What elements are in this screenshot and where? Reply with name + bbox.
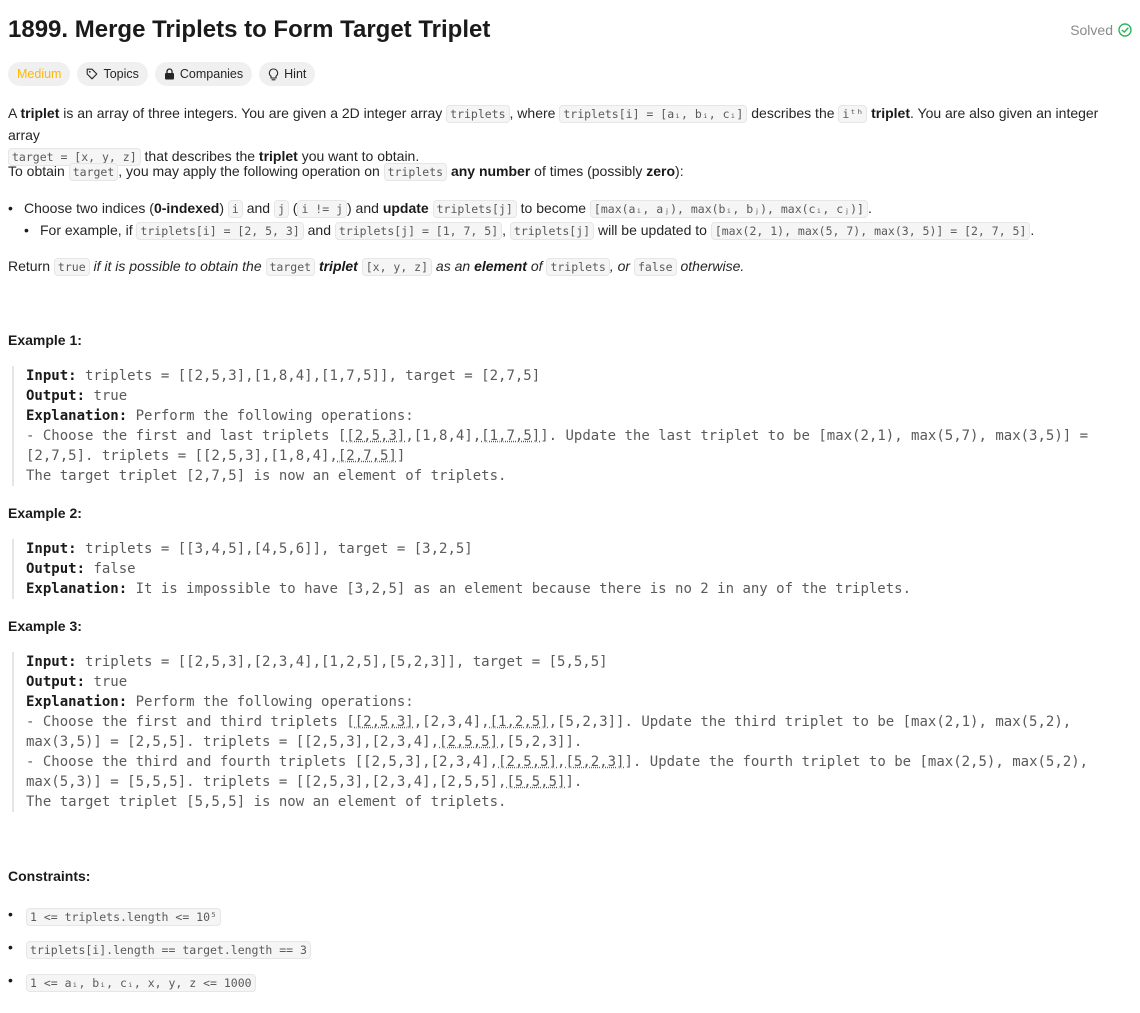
- lightbulb-icon: [268, 67, 279, 81]
- example-2-block: Input: triplets = [[3,4,5],[4,5,6]], tar…: [12, 539, 1136, 599]
- solved-label: Solved: [1070, 22, 1113, 38]
- problem-title: 1899. Merge Triplets to Form Target Trip…: [8, 16, 491, 43]
- list-item: 1 <= aᵢ, bᵢ, cᵢ, x, y, z <= 1000: [8, 966, 311, 999]
- lock-icon: [164, 68, 175, 80]
- companies-label: Companies: [179, 67, 244, 81]
- topics-label: Topics: [103, 67, 139, 81]
- topics-button[interactable]: Topics: [77, 62, 148, 86]
- difficulty-badge[interactable]: Medium: [8, 62, 71, 86]
- tag-row: Medium Topics Companies Hint: [8, 62, 316, 86]
- solved-status: Solved: [1070, 22, 1132, 38]
- description-paragraph-1: A triplet is an array of three integers.…: [8, 105, 1099, 166]
- list-item: 1 <= triplets.length <= 10⁵: [8, 900, 311, 933]
- hint-button[interactable]: Hint: [259, 62, 316, 86]
- example-3-block: Input: triplets = [[2,5,3],[2,3,4],[1,2,…: [12, 652, 1136, 812]
- example-heading: Example 3:: [8, 618, 82, 634]
- companies-button[interactable]: Companies: [154, 62, 253, 86]
- description-paragraph-2: To obtain target, you may apply the foll…: [8, 163, 684, 181]
- return-paragraph: Return true if it is possible to obtain …: [8, 258, 745, 276]
- list-item: For example, if triplets[i] = [2, 5, 3] …: [24, 220, 1034, 242]
- check-circle-icon: [1118, 23, 1132, 37]
- example-1-block: Input: triplets = [[2,5,3],[1,8,4],[1,7,…: [12, 366, 1136, 486]
- example-heading: Example 2:: [8, 505, 82, 521]
- operation-list: Choose two indices (0-indexed) i and j (…: [8, 198, 1034, 242]
- constraints-heading: Constraints:: [8, 868, 91, 884]
- tag-icon: [86, 68, 98, 80]
- example-heading: Example 1:: [8, 332, 82, 348]
- hint-label: Hint: [284, 67, 307, 81]
- constraints-list: 1 <= triplets.length <= 10⁵ triplets[i].…: [8, 900, 311, 999]
- list-item: triplets[i].length == target.length == 3: [8, 933, 311, 966]
- list-item: Choose two indices (0-indexed) i and j (…: [8, 198, 1034, 220]
- problem-page: 1899. Merge Triplets to Form Target Trip…: [0, 0, 1140, 1013]
